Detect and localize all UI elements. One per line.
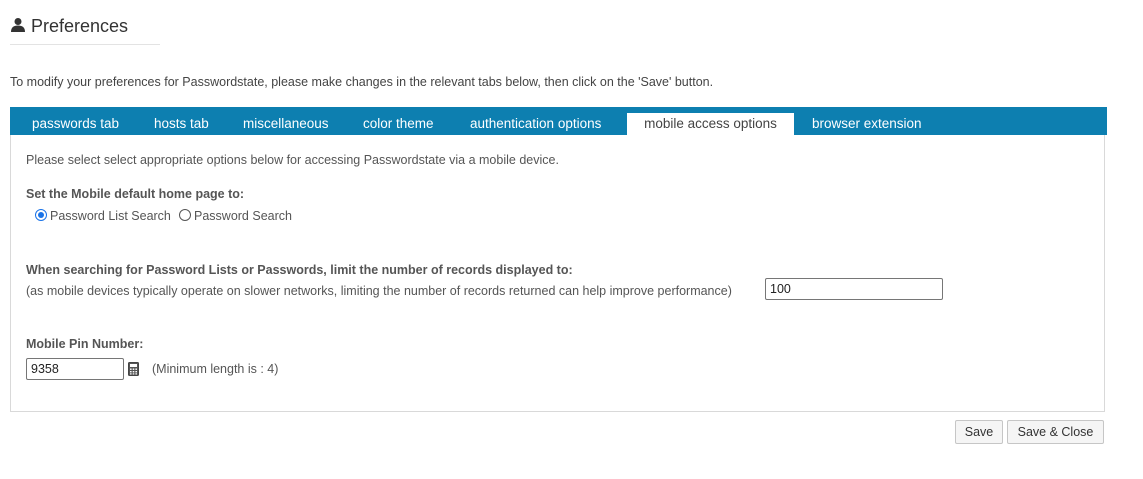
mobile-pin-label: Mobile Pin Number: xyxy=(26,337,144,351)
tab-hosts[interactable]: hosts tab xyxy=(154,113,209,135)
tab-authentication-options[interactable]: authentication options xyxy=(470,113,601,135)
radio-password-list-search[interactable] xyxy=(35,209,47,221)
preferences-page: Preferences To modify your preferences f… xyxy=(0,0,1143,479)
preferences-tab-bar: passwords tab hosts tab miscellaneous co… xyxy=(10,107,1107,135)
tab-passwords[interactable]: passwords tab xyxy=(32,113,119,135)
mobile-pin-input[interactable] xyxy=(26,358,124,380)
save-and-close-button[interactable]: Save & Close xyxy=(1007,420,1104,444)
tab-browser-extension[interactable]: browser extension xyxy=(812,113,922,135)
page-title: Preferences xyxy=(31,16,129,36)
tab-mobile-access-options[interactable]: mobile access options xyxy=(627,113,794,135)
save-button[interactable]: Save xyxy=(955,420,1003,444)
radio-password-list-search-label[interactable]: Password List Search xyxy=(50,209,171,223)
mobile-access-panel: Please select select appropriate options… xyxy=(10,135,1105,412)
radio-password-search[interactable] xyxy=(179,209,191,221)
records-limit-help: (as mobile devices typically operate on … xyxy=(26,284,732,298)
calculator-icon[interactable] xyxy=(128,362,139,376)
panel-description: Please select select appropriate options… xyxy=(26,153,559,167)
user-icon xyxy=(11,18,25,32)
home-page-label: Set the Mobile default home page to: xyxy=(26,187,245,201)
intro-text: To modify your preferences for Passwords… xyxy=(10,75,714,89)
tab-color-theme[interactable]: color theme xyxy=(363,113,434,135)
tab-miscellaneous[interactable]: miscellaneous xyxy=(243,113,329,135)
records-limit-label: When searching for Password Lists or Pas… xyxy=(26,263,573,277)
page-header: Preferences xyxy=(10,14,160,45)
records-limit-input[interactable] xyxy=(765,278,943,300)
pin-min-length-hint: (Minimum length is : 4) xyxy=(152,362,279,376)
radio-password-search-label[interactable]: Password Search xyxy=(194,209,292,223)
